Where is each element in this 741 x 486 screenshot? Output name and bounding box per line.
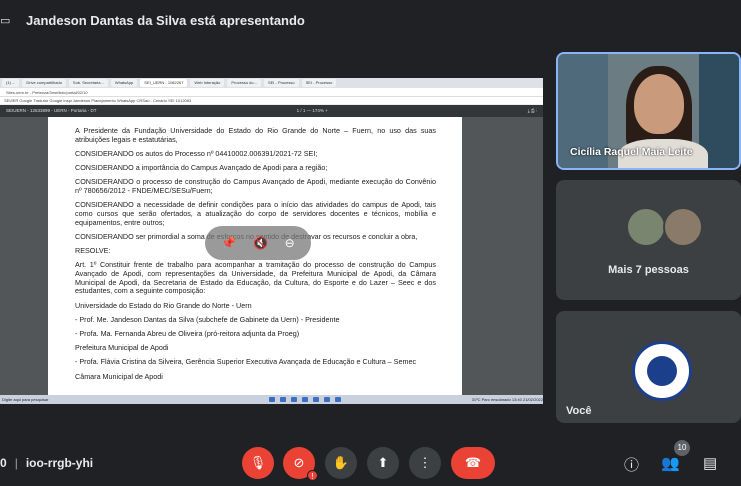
doc-paragraph: CONSIDERANDO os autos do Processo nº 044… (75, 148, 318, 158)
camera-toggle-button[interactable]: ⊘! (283, 447, 318, 481)
mute-icon[interactable]: 🔇 (253, 236, 268, 250)
doc-paragraph: - Prof. Me. Jandeson Dantas da Silva (su… (75, 314, 340, 324)
browser-tab: Sob. Secretaria... (68, 79, 108, 87)
control-bar: 0 | ioo-rrgb-yhi 🎙 ⊘! ✋ ⬆ ⋮ ☎ ⓘ 👥 ▤ (0, 440, 741, 486)
separator: | (14, 456, 18, 470)
pdf-actions: ⤓ ⎙ ⋮ (527, 108, 537, 113)
meet-window: ▭ Jandeson Dantas da Silva está apresent… (0, 0, 741, 486)
browser-tab: WhatsApp (110, 79, 138, 87)
doc-paragraph: - Profa. Flávia Cristina da Silveira, Ge… (75, 357, 417, 367)
browser-tab: Processo do... (227, 79, 261, 87)
shared-screen[interactable]: (1) ... Drive compartilhado Sob. Secreta… (0, 78, 543, 404)
taskbar-search: Digite aqui para pesquisar (2, 397, 49, 402)
chat-icon[interactable]: ▤ (703, 454, 717, 472)
doc-paragraph: A Presidente da Fundação Universidade do… (75, 126, 436, 144)
meeting-code: ioo-rrgb-yhi (25, 456, 94, 470)
address-bar: Sites.uern.br - Pretenza/3mw/bdc/portal/… (0, 88, 543, 97)
avatar (663, 207, 703, 247)
more-options-icon: ⋮ (418, 455, 432, 470)
browser-tab: SEI_UERN - 1082267 (140, 79, 188, 87)
browser-tab: SEI - Processo (301, 79, 337, 87)
participant-video (634, 74, 684, 134)
doc-paragraph: CONSIDERANDO a importância do Campus Ava… (75, 163, 328, 173)
browser-tab: (1) ... (2, 79, 20, 87)
mic-off-icon: 🎙 (249, 455, 267, 470)
hangup-icon: ☎ (464, 455, 482, 470)
doc-paragraph: CONSIDERANDO a necessidade de definir co… (75, 200, 436, 227)
taskbar-apps (179, 395, 342, 404)
doc-paragraph: Universidade do Estado do Rio Grande do … (75, 300, 252, 310)
browser-tab: SEI - Processo (263, 79, 299, 87)
present-icon: ▭ (0, 15, 11, 27)
leave-call-button[interactable]: ☎ (451, 447, 495, 479)
participant-name: Cicília Raquel Maia Leite (570, 146, 693, 158)
windows-taskbar: Digite aqui para pesquisar 31ºC Parc ens… (0, 395, 543, 404)
more-options-button[interactable]: ⋮ (409, 447, 441, 479)
info-icon[interactable]: ⓘ (624, 454, 639, 475)
doc-paragraph: Prefeitura Municipal de Apodi (75, 343, 169, 353)
participant-tile-active[interactable]: Cicília Raquel Maia Leite (556, 52, 741, 170)
mic-toggle-button[interactable]: 🎙 (242, 447, 274, 479)
raise-hand-button[interactable]: ✋ (325, 447, 357, 479)
presenter-bar: ▭ Jandeson Dantas da Silva está apresent… (0, 0, 741, 40)
camera-off-icon: ⊘ (293, 455, 305, 470)
university-seal-logo (632, 341, 692, 401)
pdf-title: SEIUERN - 12633899 - UERN - Portaria - D… (6, 108, 97, 113)
taskbar-status: 31ºC Parc ensolarado 13:40 21/02/2022 (471, 397, 543, 402)
clock: 0 (0, 456, 7, 470)
self-tile[interactable]: Você (556, 311, 741, 423)
pdf-page-zoom: 1 / 1 — 174% + (296, 108, 328, 113)
pin-icon[interactable]: 📌 (221, 236, 236, 250)
doc-paragraph: - Profa. Ma. Fernanda Abreu de Oliveira … (75, 328, 300, 338)
people-icon[interactable]: 👥 (661, 454, 680, 472)
people-count-badge: 10 (674, 440, 690, 456)
browser-tab: Drive compartilhado (22, 79, 66, 87)
participant-tile-others[interactable]: Mais 7 pessoas (556, 180, 741, 300)
bookmarks-bar: SEI/IER Google Tradutor Google Inspi Jan… (0, 97, 543, 105)
warning-icon: ! (307, 470, 318, 481)
pdf-toolbar: SEIUERN - 12633899 - UERN - Portaria - D… (0, 105, 543, 117)
more-icon[interactable]: ⊖ (285, 236, 295, 250)
doc-paragraph: Art. 1º Constituir frente de trabalho pa… (75, 260, 436, 296)
present-button[interactable]: ⬆ (367, 447, 399, 479)
doc-paragraph: Câmara Municipal de Apodi (75, 371, 163, 381)
self-label: Você (566, 405, 592, 417)
raise-hand-icon: ✋ (332, 455, 350, 470)
more-participants-label: Mais 7 pessoas (608, 264, 689, 276)
doc-paragraph: CONSIDERANDO o processo de construção do… (75, 177, 436, 196)
browser-tab: Web Interação (190, 79, 225, 87)
presenting-label: Jandeson Dantas da Silva está apresentan… (26, 12, 305, 28)
browser-tabs: (1) ... Drive compartilhado Sob. Secreta… (0, 78, 543, 88)
meeting-info: 0 | ioo-rrgb-yhi (0, 456, 93, 470)
avatar (626, 207, 666, 247)
present-screen-icon: ⬆ (377, 455, 389, 470)
screen-share-overlay[interactable]: 📌 🔇 ⊖ (205, 226, 311, 260)
